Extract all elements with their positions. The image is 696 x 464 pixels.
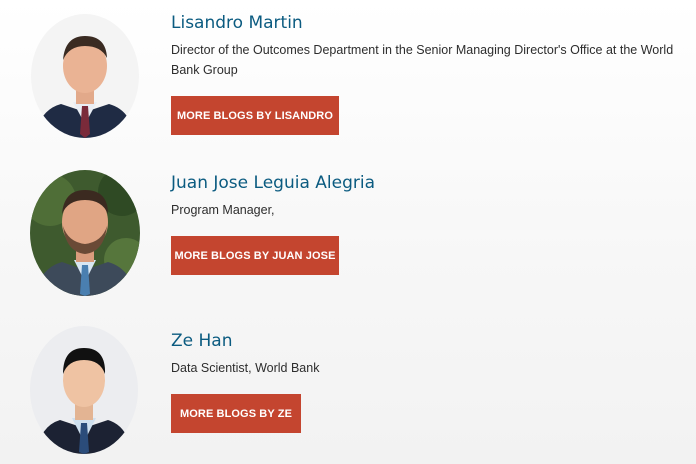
author-name-link[interactable]: Ze Han xyxy=(171,330,691,352)
author-name-link[interactable]: Juan Jose Leguia Alegria xyxy=(171,172,691,194)
author-title: Data Scientist, World Bank xyxy=(171,361,320,375)
author-card-juan-jose: Juan Jose Leguia Alegria Program Manager… xyxy=(0,150,696,310)
author-title: Program Manager, xyxy=(171,203,275,217)
avatar-photo xyxy=(30,326,138,454)
author-title: Director of the Outcomes Department in t… xyxy=(171,43,674,77)
author-info: Ze Han Data Scientist, World Bank xyxy=(171,330,691,378)
avatar-photo xyxy=(31,14,139,138)
portrait-image xyxy=(30,170,140,296)
portrait-image xyxy=(31,14,139,138)
more-blogs-button[interactable]: MORE BLOGS BY ZE xyxy=(171,394,301,433)
author-name-link[interactable]: Lisandro Martin xyxy=(171,12,691,34)
author-info: Juan Jose Leguia Alegria Program Manager… xyxy=(171,172,691,220)
author-info: Lisandro Martin Director of the Outcomes… xyxy=(171,12,691,80)
author-card-ze-han: Ze Han Data Scientist, World Bank MORE B… xyxy=(0,310,696,464)
portrait-image xyxy=(30,326,138,454)
more-blogs-button[interactable]: MORE BLOGS BY LISANDRO xyxy=(171,96,339,135)
more-blogs-button[interactable]: MORE BLOGS BY JUAN JOSE xyxy=(171,236,339,275)
author-card-lisandro: Lisandro Martin Director of the Outcomes… xyxy=(0,0,696,150)
avatar-photo xyxy=(30,170,140,296)
